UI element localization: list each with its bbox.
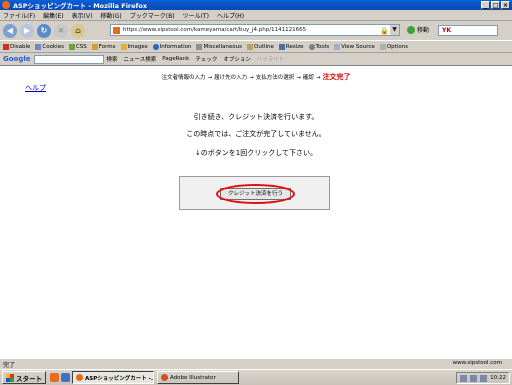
start-label: スタート — [16, 374, 42, 383]
go-button[interactable]: 移動 — [407, 25, 429, 34]
google-logo[interactable]: Google — [3, 55, 31, 63]
credit-payment-button[interactable]: クレジット決済を行う — [220, 188, 291, 200]
step-customer-info: 注文者情報の入力 — [161, 75, 206, 81]
menu-help[interactable]: ヘルプ(H) — [217, 11, 244, 20]
minimize-button[interactable]: _ — [481, 1, 490, 9]
reload-icon[interactable]: ↻ — [37, 23, 51, 38]
message-continue-credit: 引き続き、クレジット決済を行います。 — [193, 113, 319, 121]
forward-arrow-icon[interactable]: ▶ — [20, 23, 34, 38]
miscellaneous-icon — [196, 43, 203, 50]
forms-icon — [91, 43, 98, 50]
menu-bookmarks[interactable]: ブックマーク(B) — [130, 11, 175, 20]
window-titlebar: ASPショッピングカート - Mozilla Firefox _ □ × — [0, 0, 512, 10]
tray-icon[interactable] — [480, 374, 488, 382]
step-shipping: 届け先の入力 — [214, 75, 248, 81]
help-link[interactable]: ヘルプ — [25, 83, 46, 93]
menu-view[interactable]: 表示(V) — [72, 11, 93, 20]
css-icon — [68, 43, 75, 50]
dev-forms[interactable]: Forms — [91, 43, 116, 50]
tray-icon[interactable] — [460, 374, 468, 382]
step-confirm: 確認 — [302, 75, 314, 81]
tools-icon — [308, 43, 315, 50]
dev-css[interactable]: CSS — [68, 43, 87, 50]
checkout-steps-breadcrumb: 注文者情報の入力 → 届け先の入力 → 支払方法の選択 → 確認 → 注文完了 — [0, 72, 512, 82]
google-options-button[interactable]: オプション — [223, 55, 251, 63]
web-developer-toolbar: Disable Cookies CSS Forms Images Informa… — [0, 40, 512, 53]
spellcheck-button[interactable]: チェック — [195, 55, 217, 63]
step-arrow: → — [296, 75, 301, 81]
address-dropdown-icon[interactable]: ▼ — [390, 25, 399, 35]
dev-view-source[interactable]: View Source — [334, 43, 375, 50]
step-payment-method: 支払方法の選択 — [255, 75, 295, 81]
illustrator-task-icon — [161, 374, 168, 381]
quicklaunch-icon[interactable] — [61, 373, 70, 382]
search-input[interactable]: YK — [438, 25, 498, 36]
google-search-input[interactable] — [33, 54, 104, 64]
status-host: www.sipstool.com — [452, 360, 502, 366]
pagerank-indicator[interactable]: PageRank — [162, 56, 189, 62]
step-arrow: → — [207, 75, 213, 81]
highlight-button: ハイライト — [256, 57, 285, 63]
dev-miscellaneous[interactable]: Miscellaneous — [196, 43, 242, 50]
message-click-once: ↓のボタンを1回クリックして下さい。 — [194, 149, 318, 157]
menu-file[interactable]: ファイル(F) — [3, 11, 35, 20]
menu-go[interactable]: 移動(G) — [100, 11, 121, 20]
menu-bar: ファイル(F) 編集(E) 表示(V) 移動(G) ブックマーク(B) ツール(… — [0, 10, 512, 21]
resize-icon — [278, 43, 285, 50]
information-icon — [152, 43, 159, 50]
navigation-toolbar: ◀ ▶ ↻ ✕ ⌂ https://www.sipstool.com/kamey… — [0, 21, 512, 40]
status-text: 完了 — [3, 361, 16, 369]
menu-tools[interactable]: ツール(T) — [183, 11, 209, 20]
address-bar[interactable]: https://www.sipstool.com/kameyama/cart/b… — [110, 24, 400, 36]
system-tray: 10:22 — [456, 372, 510, 384]
cookies-icon — [35, 43, 42, 50]
step-arrow: → — [249, 75, 254, 81]
quicklaunch-icon[interactable] — [50, 373, 59, 382]
dev-images[interactable]: Images — [120, 43, 148, 50]
options-icon — [379, 43, 386, 50]
dev-tools[interactable]: Tools — [308, 43, 329, 50]
google-news-search-button[interactable]: ニュース検索 — [124, 55, 157, 63]
taskbar-firefox[interactable]: ASPショッピングカート -... — [72, 371, 154, 384]
clock: 10:22 — [490, 375, 506, 381]
go-arrow-icon — [407, 25, 415, 34]
dev-information[interactable]: Information — [152, 43, 191, 50]
status-bar: 完了 www.sipstool.com — [0, 358, 512, 369]
google-toolbar: Google 検索 ニュース検索 PageRank チェック オプション ハイラ… — [0, 53, 512, 66]
tray-icon[interactable] — [470, 374, 478, 382]
dev-outline[interactable]: Outline — [247, 43, 274, 50]
close-button[interactable]: × — [501, 1, 510, 9]
outline-icon — [247, 43, 254, 50]
disable-icon — [3, 43, 9, 50]
dev-options[interactable]: Options — [379, 43, 408, 50]
start-button[interactable]: スタート — [2, 371, 46, 384]
page-content: 注文者情報の入力 → 届け先の入力 → 支払方法の選択 → 確認 → 注文完了 ヘルプ 引き続き… — [0, 66, 512, 358]
google-search-button[interactable]: 検索 — [107, 55, 118, 63]
firefox-icon — [2, 1, 10, 9]
dev-cookies[interactable]: Cookies — [35, 43, 64, 50]
home-icon[interactable]: ⌂ — [71, 23, 85, 38]
view-source-icon — [334, 43, 341, 50]
dev-disable[interactable]: Disable — [3, 43, 30, 50]
message-not-complete: この時点では、ご注文が完了していません。 — [186, 130, 326, 138]
stop-icon[interactable]: ✕ — [54, 23, 68, 38]
firefox-task-icon — [76, 374, 83, 381]
back-arrow-icon[interactable]: ◀ — [3, 23, 17, 38]
go-label: 移動 — [417, 27, 430, 34]
menu-edit[interactable]: 編集(E) — [43, 11, 63, 20]
step-arrow: → — [315, 75, 321, 81]
window-controls: _ □ × — [481, 1, 510, 9]
step-order-complete: 注文完了 — [322, 73, 351, 81]
dev-resize[interactable]: Resize — [278, 43, 304, 50]
images-icon — [120, 43, 127, 50]
payment-panel: クレジット決済を行う — [179, 176, 330, 210]
address-url: https://www.sipstool.com/kameyama/cart/b… — [123, 27, 307, 33]
window-title: ASPショッピングカート - Mozilla Firefox — [13, 2, 148, 10]
taskbar-illustrator[interactable]: Adobe Illustrator — [157, 371, 239, 384]
lock-icon[interactable]: 🔒 — [380, 26, 389, 35]
windows-logo-icon — [6, 373, 14, 382]
site-favicon-icon — [113, 27, 120, 34]
maximize-button[interactable]: □ — [491, 1, 500, 9]
windows-taskbar: スタート ASPショッピングカート -... Adobe Illustrator… — [0, 369, 512, 385]
